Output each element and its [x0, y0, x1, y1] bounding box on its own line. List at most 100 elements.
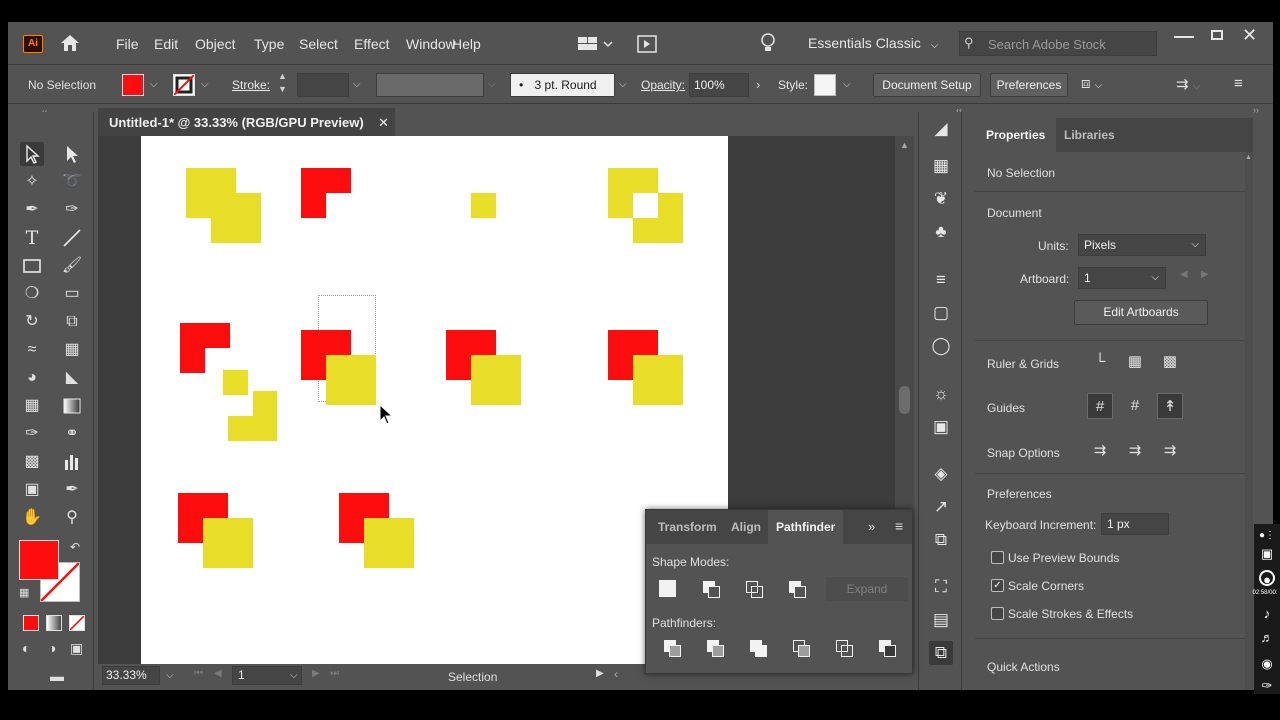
- chevron-down-icon[interactable]: ⌵: [166, 670, 174, 681]
- menu-item-edit[interactable]: Edit: [154, 36, 178, 52]
- lasso-tool-icon[interactable]: ➰: [60, 170, 84, 194]
- stroke-swatch[interactable]: [173, 74, 195, 96]
- symbol-sprayer-tool-icon[interactable]: ▩: [20, 450, 44, 474]
- red-l-shape[interactable]: [301, 193, 326, 218]
- yellow-exclude-shape[interactable]: [608, 168, 658, 193]
- transparency-grid-icon[interactable]: ▩: [1157, 349, 1183, 375]
- next-artboard-arrow-icon[interactable]: ▶: [1201, 269, 1209, 280]
- workspace-switcher[interactable]: Essentials Classic ⌵: [808, 35, 938, 51]
- show-guides-icon[interactable]: #: [1087, 393, 1113, 419]
- eraser-tool-icon[interactable]: ▭: [60, 282, 84, 306]
- fill-swatch[interactable]: [122, 74, 144, 96]
- collapse-panels-icon[interactable]: ››: [1253, 105, 1259, 115]
- snap-to-grid-icon[interactable]: ⇉: [1122, 438, 1148, 464]
- menu-item-object[interactable]: Object: [195, 36, 235, 52]
- intersect-icon[interactable]: [742, 577, 766, 601]
- close-tab-icon[interactable]: ✕: [378, 108, 389, 138]
- scale-strokes-checkbox[interactable]: [991, 607, 1004, 620]
- pencil-icon[interactable]: ✑: [1259, 678, 1275, 694]
- yellow-square[interactable]: [364, 518, 414, 568]
- line-segment-tool-icon[interactable]: [60, 226, 84, 250]
- yellow-square[interactable]: [471, 355, 521, 405]
- preferences-button[interactable]: Preferences: [990, 73, 1068, 97]
- snap-to-point-icon[interactable]: ⇉: [1087, 438, 1113, 464]
- curvature-tool-icon[interactable]: ✑: [60, 198, 84, 222]
- selection-tool-icon[interactable]: [20, 142, 44, 166]
- minimize-button[interactable]: [1174, 28, 1194, 38]
- exclude-icon[interactable]: [785, 577, 809, 601]
- transparency-icon[interactable]: ◯: [929, 334, 953, 358]
- free-transform-tool-icon[interactable]: ▦: [60, 338, 84, 362]
- unite-icon[interactable]: [656, 577, 680, 601]
- default-colors-icon[interactable]: ▦: [19, 586, 29, 599]
- scale-corners-checkbox[interactable]: ✓: [991, 579, 1004, 592]
- opacity-field[interactable]: 100%: [689, 73, 749, 97]
- merge-icon[interactable]: [746, 636, 770, 660]
- chevron-down-icon[interactable]: ⌵: [619, 79, 627, 90]
- yellow-square[interactable]: [211, 193, 261, 243]
- appearance-icon[interactable]: ☼: [929, 382, 953, 406]
- artboard-select[interactable]: 1 ⌵: [1078, 267, 1166, 289]
- maximize-button[interactable]: [1211, 30, 1223, 40]
- yellow-l-shape[interactable]: [253, 391, 277, 416]
- speaker-icon[interactable]: ♬: [1259, 630, 1275, 646]
- menu-item-type[interactable]: Type: [254, 36, 284, 52]
- chevron-down-icon[interactable]: ⌵: [150, 79, 158, 90]
- paintbrush-tool-icon[interactable]: 🖌: [60, 254, 84, 278]
- shape-builder-tool-icon[interactable]: ◕: [20, 366, 44, 390]
- chevron-down-icon[interactable]: ⌵: [488, 79, 496, 90]
- export-icon[interactable]: ↗: [929, 495, 953, 519]
- stroke-weight-stepper[interactable]: ▲ ▼: [278, 70, 287, 96]
- lightbulb-icon[interactable]: [759, 32, 777, 54]
- draw-inside-icon[interactable]: ◑: [48, 640, 56, 656]
- tab-pathfinder[interactable]: Pathfinder: [768, 510, 844, 544]
- recorder-menu-icon[interactable]: ●⋮: [1259, 528, 1275, 544]
- lock-guides-icon[interactable]: #: [1122, 393, 1148, 419]
- red-l-shape[interactable]: [180, 348, 205, 373]
- pen-tool-icon[interactable]: ✒: [20, 198, 44, 222]
- swatches-icon[interactable]: ▦: [929, 154, 953, 178]
- yellow-exclude-shape[interactable]: [633, 218, 683, 243]
- webcam-icon[interactable]: ◉: [1259, 656, 1275, 672]
- search-stock-field[interactable]: ⚲ Search Adobe Stock: [959, 31, 1157, 56]
- tab-transform[interactable]: Transform: [658, 510, 717, 544]
- magic-wand-tool-icon[interactable]: ✧: [20, 170, 44, 194]
- outline-icon[interactable]: [832, 636, 856, 660]
- scroll-up-icon[interactable]: ▲: [900, 140, 909, 150]
- blend-tool-icon[interactable]: ⚭: [60, 422, 84, 446]
- snap-to-pixel-icon[interactable]: ⇉: [1157, 438, 1183, 464]
- crop-icon[interactable]: [789, 636, 813, 660]
- swap-colors-icon[interactable]: ↶: [70, 540, 80, 554]
- document-setup-button[interactable]: Document Setup: [873, 73, 981, 97]
- record-icon[interactable]: ●: [1259, 570, 1275, 587]
- brush-definition[interactable]: • 3 pt. Round: [510, 73, 615, 97]
- none-mode-button[interactable]: [69, 615, 85, 631]
- panel-expand-icon[interactable]: »: [868, 519, 875, 534]
- yellow-square-small[interactable]: [471, 193, 496, 218]
- rotate-tool-icon[interactable]: ↻: [20, 310, 44, 334]
- stroke-panel-icon[interactable]: ≡: [929, 268, 953, 292]
- edit-toolbar-icon[interactable]: ▬: [50, 668, 64, 684]
- color-mode-button[interactable]: [23, 615, 39, 631]
- first-artboard-icon[interactable]: ⏮: [194, 668, 203, 679]
- mesh-tool-icon[interactable]: ▦: [20, 394, 44, 418]
- eyedropper-tool-icon[interactable]: ✑: [20, 422, 44, 446]
- column-graph-tool-icon[interactable]: [60, 450, 84, 474]
- fill-color-box[interactable]: [19, 540, 59, 580]
- yellow-square[interactable]: [633, 355, 683, 405]
- menu-item-effect[interactable]: Effect: [354, 36, 390, 52]
- artboards-icon[interactable]: ⧉: [929, 528, 953, 552]
- next-artboard-icon[interactable]: ▶: [312, 668, 320, 679]
- style-swatch[interactable]: [814, 74, 836, 96]
- gpu-performance-icon[interactable]: [636, 34, 658, 54]
- symbols-icon[interactable]: ♣: [929, 220, 953, 244]
- arrange-documents-icon[interactable]: [577, 35, 613, 53]
- drawing-mode-icon[interactable]: ◐: [22, 640, 30, 656]
- stroke-weight-field[interactable]: [297, 73, 349, 97]
- artboard[interactable]: [141, 136, 728, 664]
- divide-icon[interactable]: [660, 636, 684, 660]
- select-similar-icon[interactable]: ⧈ ⌵: [1081, 75, 1102, 92]
- chevron-down-icon[interactable]: ⌵: [843, 79, 851, 90]
- units-select[interactable]: Pixels ⌵: [1078, 234, 1206, 256]
- perspective-grid-tool-icon[interactable]: ◣: [60, 366, 84, 390]
